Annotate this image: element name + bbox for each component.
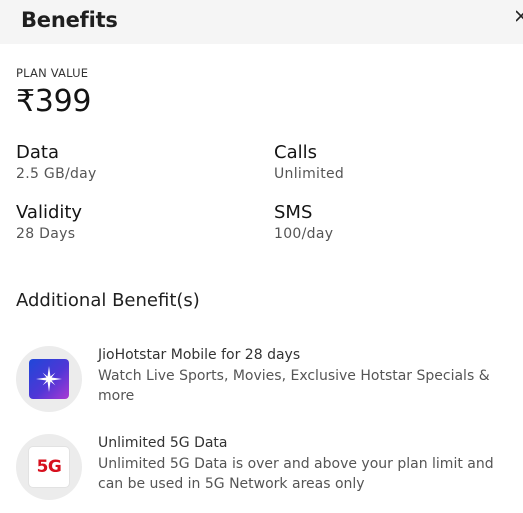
benefit-validity-title: Validity xyxy=(16,202,83,223)
close-icon[interactable] xyxy=(516,8,523,26)
jiohotstar-benefit-description: Watch Live Sports, Movies, Exclusive Hot… xyxy=(98,368,490,404)
benefit-data-title: Data xyxy=(16,142,59,163)
fiveg-benefit-title: Unlimited 5G Data xyxy=(98,435,228,451)
plan-value-label: PLAN VALUE xyxy=(16,66,89,80)
benefit-sms-title: SMS xyxy=(274,202,313,223)
5g-icon-text: 5G xyxy=(36,457,62,477)
benefit-calls-title: Calls xyxy=(274,142,317,163)
benefit-validity-value: 28 Days xyxy=(16,226,76,242)
fiveg-benefit-description: Unlimited 5G Data is over and above your… xyxy=(98,456,494,492)
plan-price: ₹399 xyxy=(16,84,92,119)
jiohotstar-logo-icon xyxy=(29,359,69,399)
page-title: Benefits xyxy=(21,8,118,32)
benefits-header: Benefits xyxy=(0,0,523,44)
jiohotstar-benefit-title: JioHotstar Mobile for 28 days xyxy=(98,347,301,363)
additional-benefits-heading: Additional Benefit(s) xyxy=(16,290,200,311)
benefit-data-value: 2.5 GB/day xyxy=(16,166,97,182)
5g-icon: 5G xyxy=(29,447,69,487)
fiveg-icon-circle: 5G xyxy=(16,434,82,500)
jiohotstar-icon-circle xyxy=(16,346,82,412)
benefit-calls-value: Unlimited xyxy=(274,166,345,182)
benefit-sms-value: 100/day xyxy=(274,226,334,242)
